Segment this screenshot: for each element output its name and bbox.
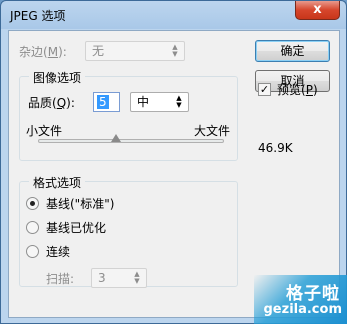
watermark-logo: 格子啦 gezila.com xyxy=(254,275,347,324)
quality-input[interactable]: 5 xyxy=(93,92,120,112)
matte-value: 无 xyxy=(92,44,105,58)
scans-select[interactable]: 3 ▲ ▼ xyxy=(91,268,147,288)
select-arrows-icon: ▲ ▼ xyxy=(176,94,182,109)
small-file-label: 小文件 xyxy=(26,124,63,138)
format-options-title: 格式选项 xyxy=(29,174,86,191)
progressive-label[interactable]: 连续 xyxy=(46,243,70,260)
close-icon: x xyxy=(313,2,322,17)
quality-label: 品质(Q): xyxy=(28,96,75,110)
image-options-group: 图像选项 品质(Q): 5 中 ▲ ▼ 小文件 大文件 xyxy=(19,69,238,161)
file-size-readout: 46.9K xyxy=(258,141,293,155)
matte-label: 杂边(M): xyxy=(19,45,67,59)
quality-slider-thumb[interactable] xyxy=(110,134,121,142)
check-icon: ✓ xyxy=(259,83,270,96)
baseline-optimized-label[interactable]: 基线已优化 xyxy=(46,219,106,236)
select-arrows-icon: ▲ ▼ xyxy=(134,270,140,285)
quality-preset-select[interactable]: 中 ▲ ▼ xyxy=(130,92,189,112)
preview-label[interactable]: 预览(P) xyxy=(277,81,318,98)
close-button[interactable]: x xyxy=(295,1,340,20)
window-title: JPEG 选项 xyxy=(10,9,66,23)
image-options-title: 图像选项 xyxy=(29,69,86,86)
watermark-brand: 格子啦 xyxy=(286,284,340,304)
quality-slider-track[interactable] xyxy=(38,139,224,143)
quality-preset-value: 中 xyxy=(137,95,150,109)
quality-value: 5 xyxy=(97,95,109,109)
baseline-standard-radio[interactable] xyxy=(26,197,39,210)
preview-checkbox[interactable]: ✓ xyxy=(258,83,271,96)
ok-button[interactable]: 确定 xyxy=(255,40,330,62)
baseline-standard-label[interactable]: 基线("标准") xyxy=(46,195,114,212)
progressive-radio[interactable] xyxy=(26,245,39,258)
title-bar[interactable]: JPEG 选项 x xyxy=(1,1,346,29)
format-options-group: 格式选项 基线("标准") 基线已优化 连续 扫描: 3 ▲ ▼ xyxy=(19,174,238,288)
matte-select[interactable]: 无 ▲ ▼ xyxy=(85,41,185,61)
select-arrows-icon: ▲ ▼ xyxy=(172,43,178,58)
large-file-label: 大文件 xyxy=(194,124,231,138)
watermark-domain: gezila.com xyxy=(263,302,343,317)
scans-label: 扫描: xyxy=(46,272,75,286)
scans-value: 3 xyxy=(98,271,106,285)
baseline-optimized-radio[interactable] xyxy=(26,221,39,234)
dialog-window: JPEG 选项 x 杂边(M): 无 ▲ ▼ 图像选项 品质(Q): 5 中 ▲ ▼… xyxy=(0,0,347,324)
